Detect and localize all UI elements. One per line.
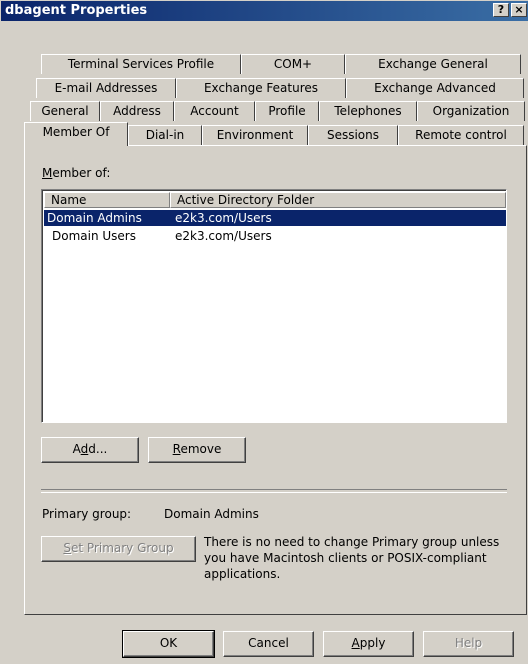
apply-button[interactable]: Apply xyxy=(323,631,414,657)
member-of-list[interactable]: Name Active Directory Folder Domain Admi… xyxy=(41,189,507,423)
separator xyxy=(41,489,507,493)
tab-telephones[interactable]: Telephones xyxy=(319,101,417,121)
primary-group-label: Primary group: xyxy=(42,507,132,521)
tab-general[interactable]: General xyxy=(30,101,100,121)
tab-exchange-features[interactable]: Exchange Features xyxy=(176,78,346,98)
primary-group-note: There is no need to change Primary group… xyxy=(204,535,500,581)
row-folder: e2k3.com/Users xyxy=(175,211,272,225)
tab-environment[interactable]: Environment xyxy=(202,125,308,145)
tab-com-plus[interactable]: COM+ xyxy=(241,54,345,74)
add-button[interactable]: Add... xyxy=(41,437,139,463)
primary-group-value: Domain Admins xyxy=(164,507,259,521)
tab-organization[interactable]: Organization xyxy=(417,101,525,121)
row-name: Domain Admins xyxy=(47,211,142,225)
set-primary-group-button[interactable]: Set Primary Group xyxy=(41,536,196,562)
row-name: Domain Users xyxy=(52,229,136,243)
table-row[interactable]: Domain Users e2k3.com/Users xyxy=(44,228,506,244)
tab-terminal-services-profile[interactable]: Terminal Services Profile xyxy=(41,54,241,74)
column-header-folder[interactable]: Active Directory Folder xyxy=(170,192,506,208)
row-folder: e2k3.com/Users xyxy=(175,229,272,243)
member-of-label: Member of: xyxy=(42,166,111,180)
remove-button[interactable]: Remove xyxy=(148,437,246,463)
tab-exchange-advanced[interactable]: Exchange Advanced xyxy=(346,78,524,98)
properties-window: dbagent Properties ? × Terminal Services… xyxy=(0,0,528,664)
tab-address[interactable]: Address xyxy=(100,101,174,121)
tab-dial-in[interactable]: Dial-in xyxy=(128,125,202,145)
table-row[interactable]: Domain Admins e2k3.com/Users xyxy=(44,210,506,226)
tab-member-of[interactable]: Member Of xyxy=(24,122,128,146)
title-bar: dbagent Properties ? × xyxy=(1,1,528,21)
close-title-button[interactable]: × xyxy=(511,3,527,17)
column-header-name[interactable]: Name xyxy=(44,192,170,208)
ok-button[interactable]: OK xyxy=(122,630,215,658)
tab-account[interactable]: Account xyxy=(174,101,255,121)
cancel-button[interactable]: Cancel xyxy=(223,631,314,657)
help-button[interactable]: Help xyxy=(423,631,514,657)
list-header: Name Active Directory Folder xyxy=(44,192,506,208)
tab-profile[interactable]: Profile xyxy=(255,101,319,121)
tab-exchange-general[interactable]: Exchange General xyxy=(345,54,521,74)
tab-remote-control[interactable]: Remote control xyxy=(398,125,524,145)
window-title: dbagent Properties xyxy=(5,3,148,18)
tab-sessions[interactable]: Sessions xyxy=(308,125,398,145)
help-title-button[interactable]: ? xyxy=(493,3,509,17)
tab-email-addresses[interactable]: E-mail Addresses xyxy=(36,78,176,98)
